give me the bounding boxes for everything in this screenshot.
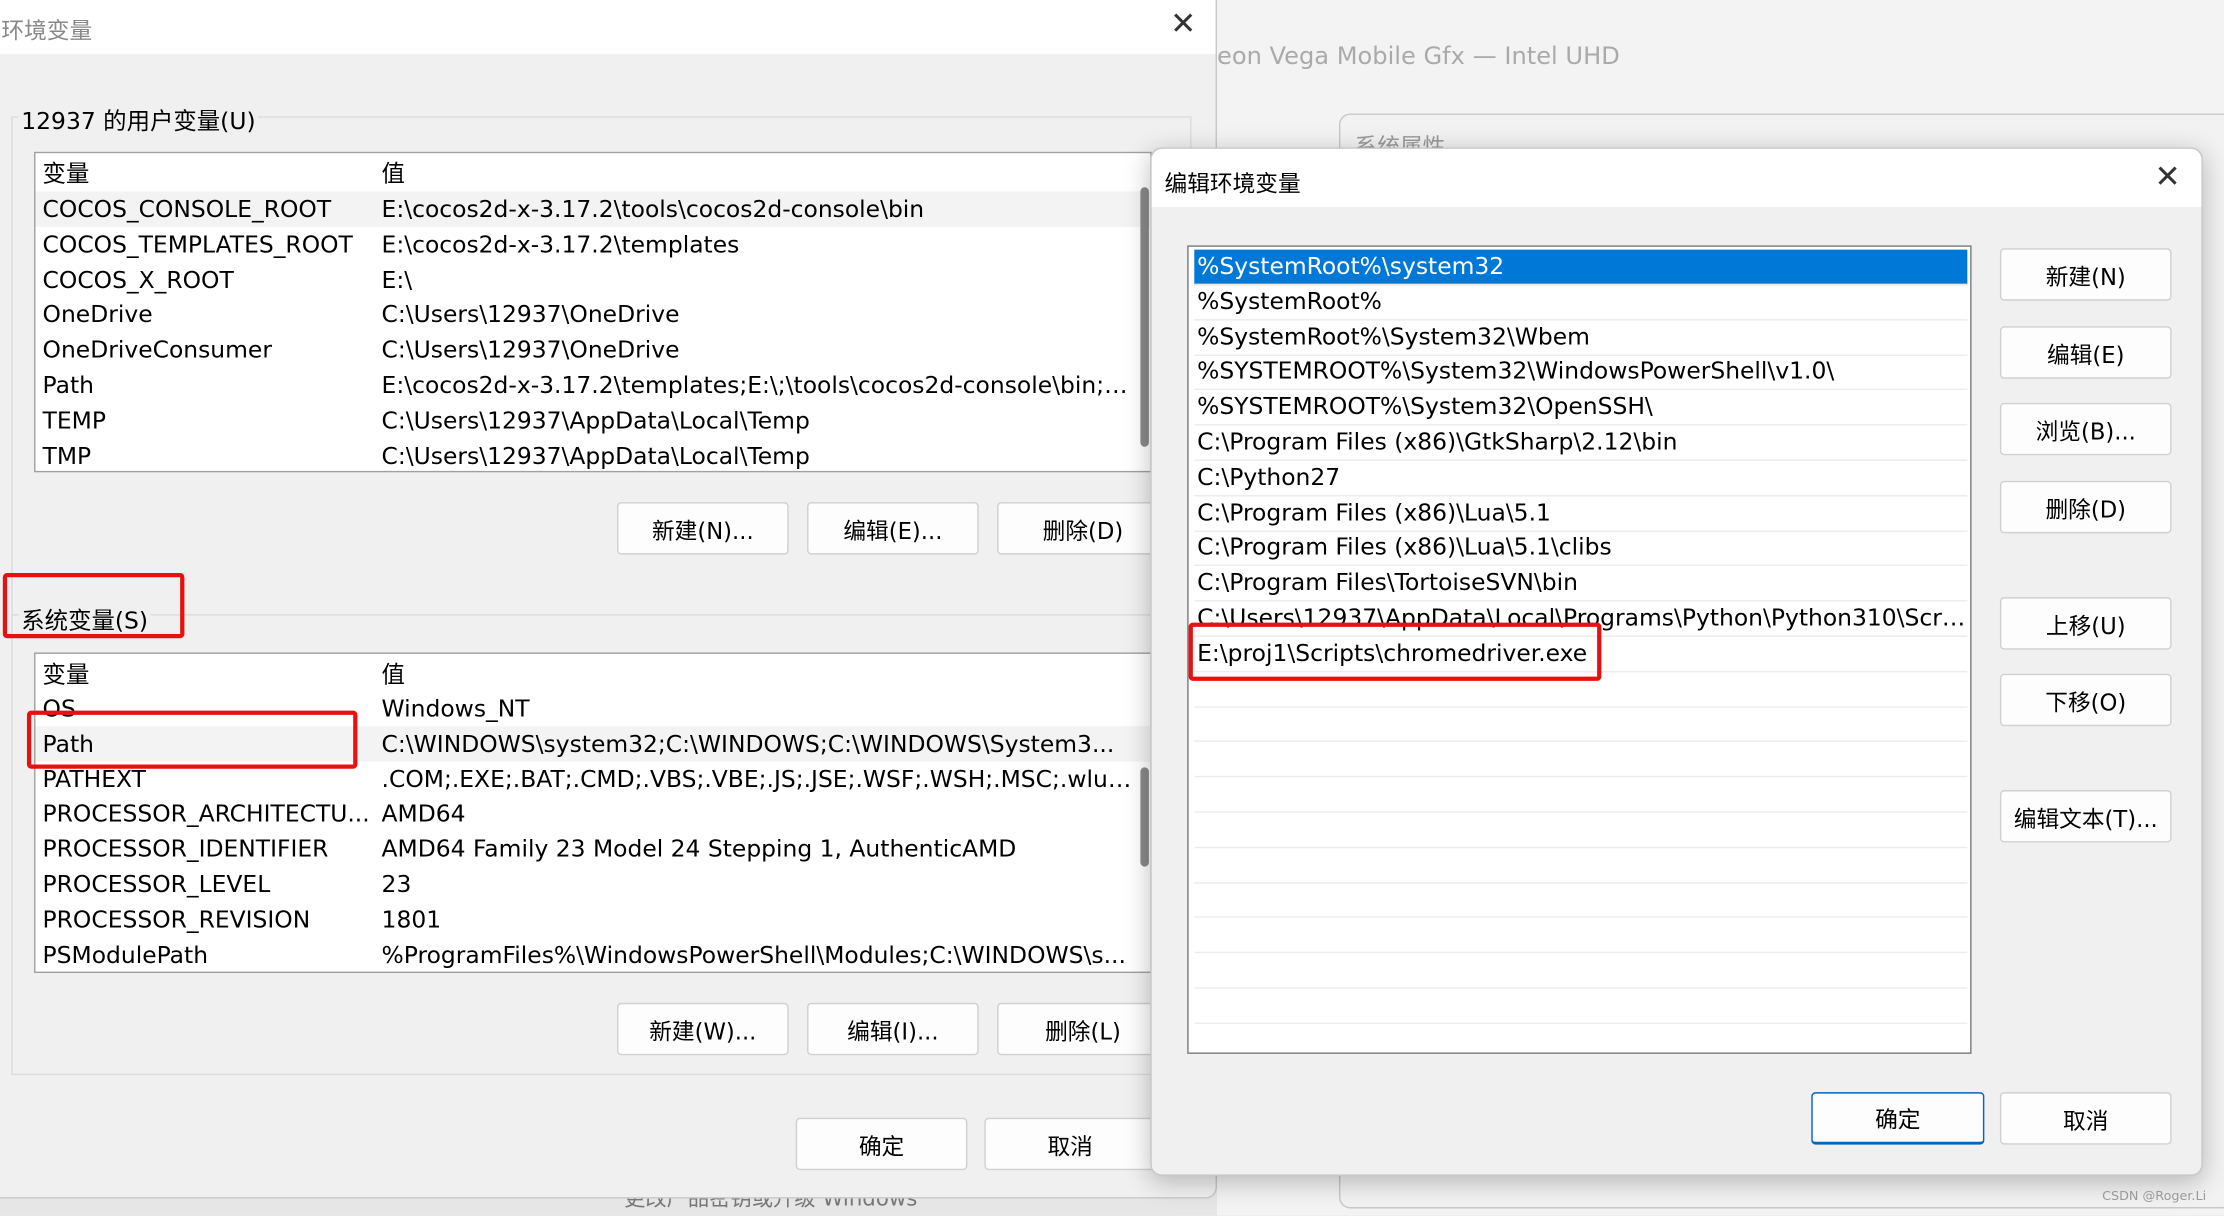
path-item[interactable]: C:\Program Files\TortoiseSVN\bin — [1194, 566, 1968, 602]
table-row[interactable]: PROCESSOR_ARCHITECTU... AMD64 — [35, 796, 1150, 831]
title-bar: 编辑环境变量 ✕ — [1151, 148, 2202, 208]
var-name: TMP — [42, 441, 92, 469]
empty-row[interactable] — [1194, 707, 1968, 743]
var-name: COCOS_X_ROOT — [42, 266, 234, 294]
scrollbar[interactable] — [1140, 767, 1149, 867]
var-name: COCOS_CONSOLE_ROOT — [42, 195, 332, 223]
button-6[interactable]: 编辑文本(T)... — [1999, 790, 2172, 843]
path-item[interactable]: %SystemRoot%\system32 — [1194, 249, 1968, 286]
var-value: C:\Users\12937\OneDrive — [381, 336, 680, 364]
highlight-sys-vars-label — [2, 573, 185, 639]
table-header: 变量值 — [42, 160, 405, 188]
desktop: eon Vega Mobile Gfx — Intel UHD 系统属性 更改产… — [0, 0, 2224, 1216]
var-value: .COM;.EXE;.BAT;.CMD;.VBS;.VBE;.JS;.JSE;.… — [381, 765, 1134, 793]
var-name: TEMP — [42, 406, 106, 434]
cancel-button[interactable]: 取消 — [984, 1117, 1156, 1171]
var-value: C:\Users\12937\AppData\Local\Temp — [381, 441, 810, 469]
empty-row[interactable] — [1194, 848, 1968, 884]
var-name: PSModulePath — [42, 941, 209, 969]
var-name: PROCESSOR_LEVEL — [42, 870, 271, 898]
var-value: 1801 — [381, 906, 442, 934]
var-value: %ProgramFiles%\WindowsPowerShell\Modules… — [381, 941, 1126, 969]
button-0[interactable]: 新建(N)... — [617, 502, 789, 555]
var-name: PROCESSOR_IDENTIFIER — [42, 835, 329, 863]
cancel-button[interactable]: 取消 — [1999, 1092, 2172, 1145]
highlight-path-row — [26, 710, 358, 769]
sys-vars-table[interactable]: 变量值 OS Windows_NT Path C:\WINDOWS\system32;… — [34, 652, 1152, 974]
empty-row[interactable] — [1194, 953, 1968, 989]
table-row[interactable]: PSModulePath %ProgramFiles%\WindowsPowerS… — [35, 937, 1150, 972]
empty-row[interactable] — [1194, 918, 1968, 954]
var-name: COCOS_TEMPLATES_ROOT — [42, 230, 353, 258]
var-name: Path — [42, 371, 94, 399]
dialog-title: 编辑环境变量 — [1164, 170, 1301, 198]
var-name: OneDrive — [42, 301, 153, 329]
path-item[interactable]: %SystemRoot%\System32\Wbem — [1194, 320, 1968, 356]
var-value: Windows_NT — [381, 695, 530, 722]
background-window-text: eon Vega Mobile Gfx — Intel UHD — [1216, 42, 1620, 71]
close-icon[interactable]: ✕ — [2155, 162, 2181, 194]
table-row[interactable]: OneDrive C:\Users\12937\OneDrive — [35, 297, 1150, 332]
path-item[interactable]: C:\Program Files (x86)\Lua\5.1\clibs — [1194, 531, 1968, 567]
var-value: C:\Users\12937\OneDrive — [381, 301, 680, 329]
button-1[interactable]: 编辑(I)... — [807, 1002, 979, 1056]
dialog-title: 环境变量 — [1, 17, 93, 44]
var-value: E:\ — [381, 266, 413, 294]
var-value: 23 — [381, 870, 412, 898]
scrollbar[interactable] — [1140, 187, 1149, 447]
var-name: PROCESSOR_REVISION — [42, 906, 311, 934]
button-2[interactable]: 删除(L) — [997, 1002, 1169, 1056]
empty-row[interactable] — [1194, 812, 1968, 848]
path-item[interactable]: C:\Program Files (x86)\GtkSharp\2.12\bin — [1194, 426, 1968, 461]
button-2[interactable]: 删除(D) — [997, 502, 1169, 555]
var-value: AMD64 Family 23 Model 24 Stepping 1, Aut… — [381, 835, 1017, 863]
var-value: C:\WINDOWS\system32;C:\WINDOWS;C:\WINDOW… — [381, 730, 1115, 758]
table-row[interactable]: PROCESSOR_REVISION 1801 — [35, 902, 1150, 937]
empty-row[interactable] — [1194, 883, 1968, 919]
table-row[interactable]: PROCESSOR_IDENTIFIER AMD64 Family 23 Mode… — [35, 831, 1150, 866]
path-item[interactable]: %SYSTEMROOT%\System32\OpenSSH\ — [1194, 390, 1968, 426]
var-name: OneDriveConsumer — [42, 336, 272, 364]
var-name: PROCESSOR_ARCHITECTU... — [42, 800, 370, 828]
ok-button[interactable]: 确定 — [795, 1117, 968, 1171]
title-bar: 环境变量 ✕ — [0, 0, 1216, 54]
var-value: AMD64 — [381, 800, 466, 828]
empty-row[interactable] — [1194, 988, 1968, 1024]
path-item[interactable]: C:\Python27 — [1194, 461, 1968, 497]
var-value: E:\cocos2d-x-3.17.2\templates;E:\;\tools… — [381, 371, 1134, 399]
empty-row[interactable] — [1194, 742, 1968, 778]
button-0[interactable]: 新建(W)... — [617, 1002, 789, 1056]
var-value: E:\cocos2d-x-3.17.2\tools\cocos2d-consol… — [381, 195, 925, 223]
button-0[interactable]: 新建(N) — [1999, 248, 2172, 301]
table-row[interactable]: OneDriveConsumer C:\Users\12937\OneDrive — [35, 332, 1150, 367]
table-row[interactable]: Path E:\cocos2d-x-3.17.2\templates;E:\;\t… — [35, 367, 1150, 402]
table-header: 变量值 — [42, 660, 405, 688]
table-row[interactable]: COCOS_CONSOLE_ROOT E:\cocos2d-x-3.17.2\to… — [35, 191, 1151, 227]
table-row[interactable]: TEMP C:\Users\12937\AppData\Local\Temp — [35, 403, 1150, 438]
path-item[interactable]: C:\Program Files (x86)\Lua\5.1 — [1194, 496, 1968, 532]
table-row[interactable]: COCOS_X_ROOT E:\ — [35, 262, 1150, 297]
close-icon[interactable]: ✕ — [1170, 9, 1196, 41]
button-4[interactable]: 上移(U) — [1999, 597, 2172, 650]
user-vars-label: 12937 的用户变量(U) — [18, 102, 259, 137]
path-item[interactable]: %SYSTEMROOT%\System32\WindowsPowerShell\… — [1194, 355, 1968, 391]
watermark: CSDN @Roger.Li — [2102, 1190, 2207, 1205]
button-2[interactable]: 浏览(B)... — [1999, 402, 2172, 456]
empty-row[interactable] — [1194, 777, 1968, 813]
table-row[interactable]: TMP C:\Users\12937\AppData\Local\Temp — [35, 438, 1150, 471]
path-item[interactable]: %SystemRoot% — [1194, 285, 1968, 321]
ok-button[interactable]: 确定 — [1811, 1092, 1985, 1145]
button-3[interactable]: 删除(D) — [1999, 480, 2172, 534]
highlight-new-path — [1188, 622, 1602, 681]
table-row[interactable]: PROCESSOR_LEVEL 23 — [35, 867, 1150, 902]
button-1[interactable]: 编辑(E) — [1999, 326, 2172, 379]
button-5[interactable]: 下移(O) — [1999, 673, 2172, 727]
button-1[interactable]: 编辑(E)... — [807, 502, 979, 555]
user-vars-table[interactable]: 变量值 COCOS_CONSOLE_ROOT E:\cocos2d-x-3.17.… — [34, 151, 1152, 473]
var-value: E:\cocos2d-x-3.17.2\templates — [381, 230, 740, 258]
var-value: C:\Users\12937\AppData\Local\Temp — [381, 406, 810, 434]
table-row[interactable]: COCOS_TEMPLATES_ROOT E:\cocos2d-x-3.17.2\… — [35, 227, 1150, 262]
